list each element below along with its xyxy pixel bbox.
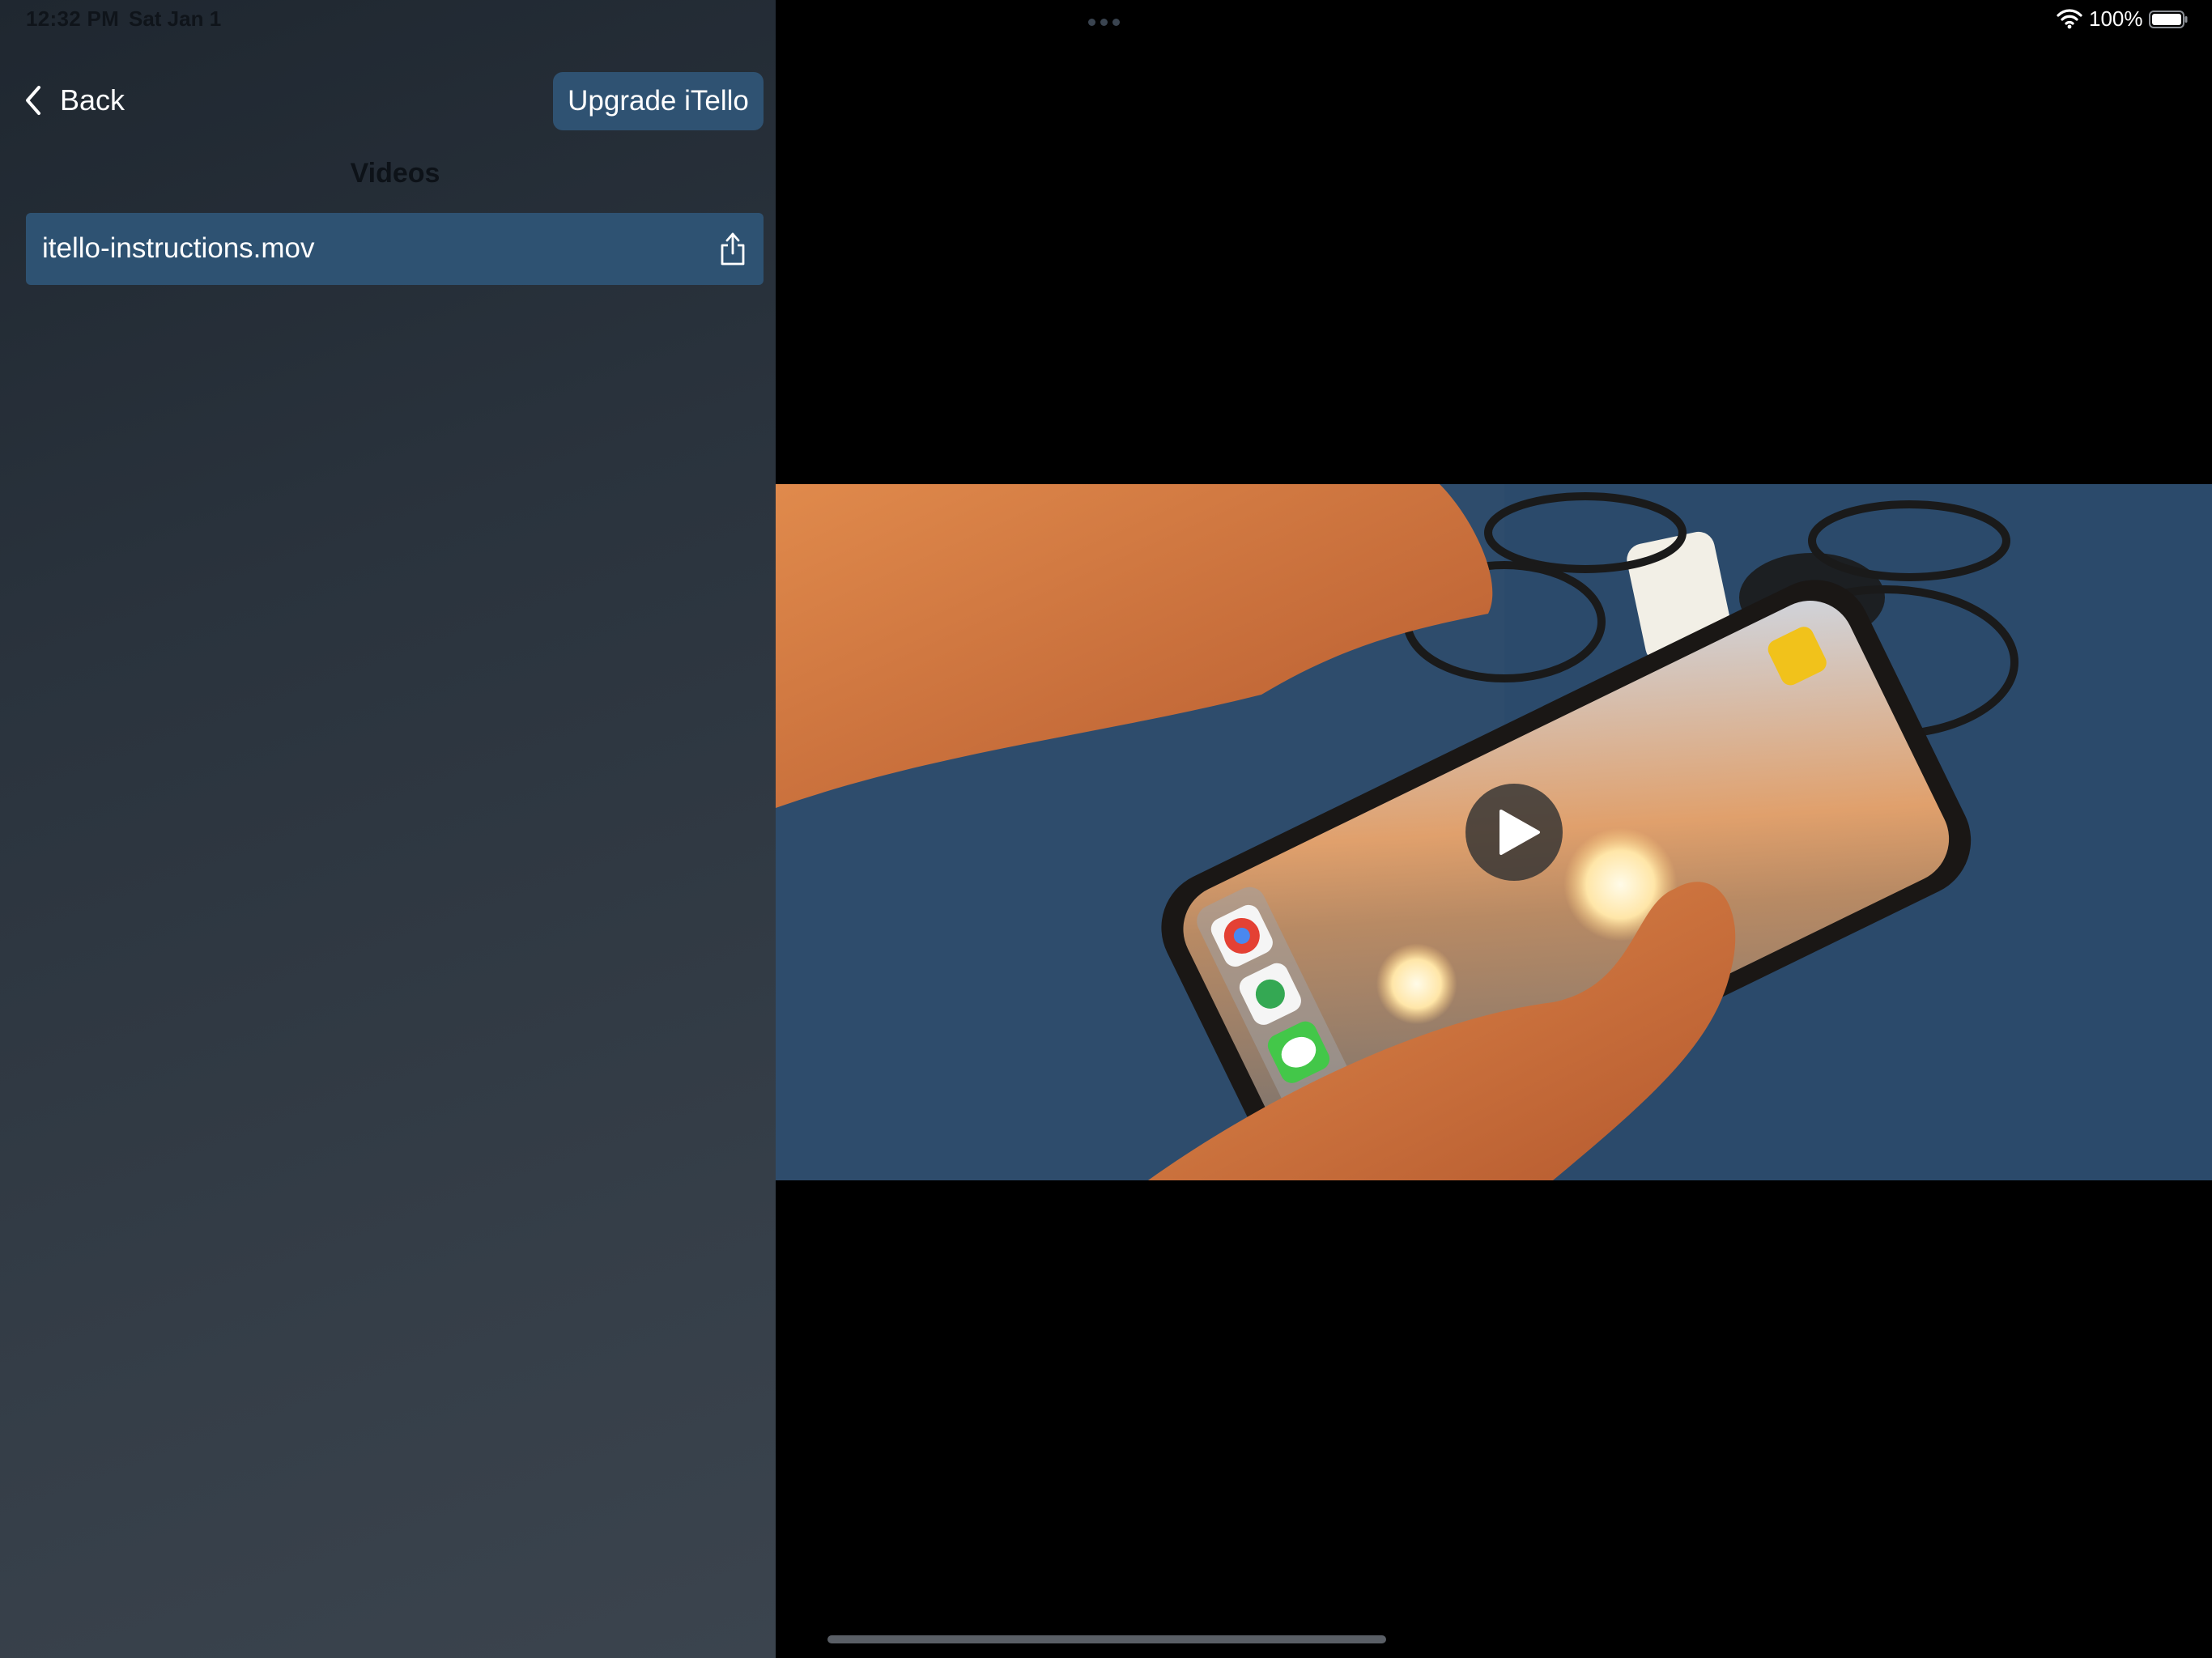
sidebar: Back Upgrade iTello Videos itello-instru… xyxy=(0,0,776,1658)
video-filename: itello-instructions.mov xyxy=(42,232,315,264)
play-icon xyxy=(1499,810,1540,855)
page-title: Videos xyxy=(350,158,440,189)
chevron-left-icon xyxy=(26,86,40,115)
status-time: 12:32 PM xyxy=(26,6,120,31)
home-indicator[interactable] xyxy=(827,1635,1386,1643)
status-bar: 12:32 PM Sat Jan 1 100% xyxy=(0,0,2212,39)
back-button[interactable]: Back xyxy=(23,79,125,121)
app-screen: Back Upgrade iTello Videos itello-instru… xyxy=(0,0,2212,1658)
wifi-icon xyxy=(2057,9,2082,29)
status-date: Sat Jan 1 xyxy=(129,6,222,31)
back-label: Back xyxy=(60,83,125,117)
battery-percent: 100% xyxy=(2089,6,2143,31)
upgrade-button[interactable]: Upgrade iTello xyxy=(553,72,764,130)
battery-full-icon xyxy=(2149,11,2188,28)
share-icon[interactable] xyxy=(718,231,747,266)
play-button[interactable] xyxy=(1465,784,1563,881)
multitasking-dots-icon[interactable] xyxy=(1088,15,1125,26)
list-item[interactable]: itello-instructions.mov xyxy=(26,213,764,285)
